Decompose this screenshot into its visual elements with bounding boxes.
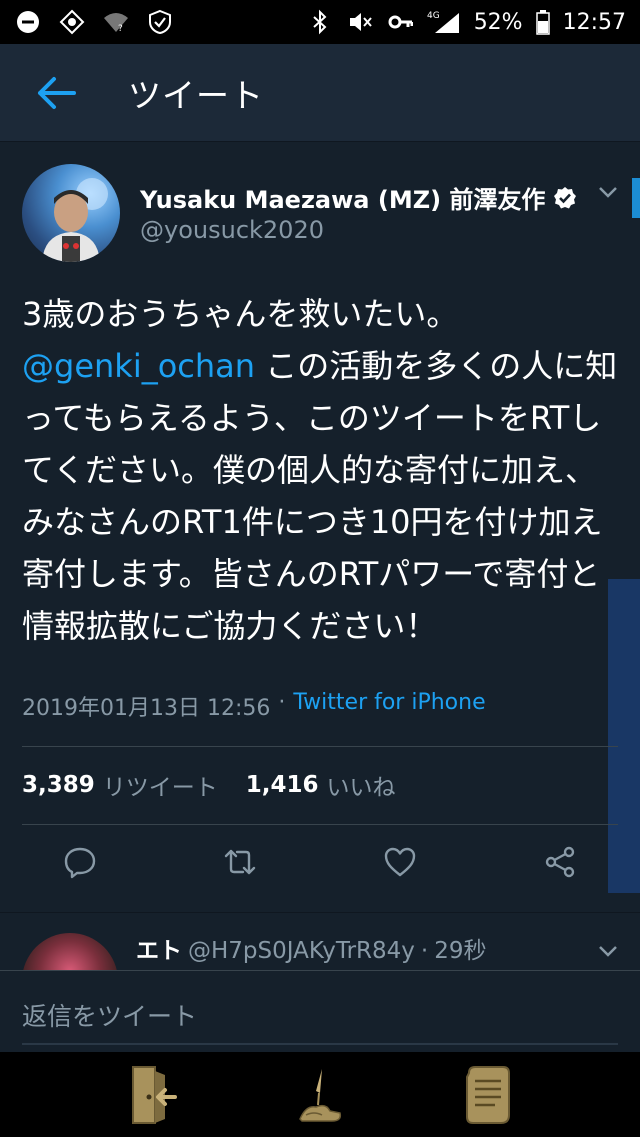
retweet-label[interactable]: リツイート (103, 768, 218, 802)
chevron-down-icon[interactable] (596, 180, 620, 204)
retweet-icon (224, 849, 256, 875)
reply-list-item[interactable]: エト @H7pS0JAKyTrR84y · 29秒 (0, 912, 640, 970)
wifi-unknown-icon: ? (102, 8, 130, 36)
app-header: ツイート (0, 44, 640, 142)
like-count[interactable]: 1,416 (246, 772, 319, 798)
meta-separator: · (278, 690, 286, 715)
reply-author-handle[interactable]: @H7pS0JAKyTrR84y (188, 938, 415, 964)
reply-author-name[interactable]: エト (136, 931, 182, 965)
nav-back-button[interactable] (123, 1060, 183, 1130)
vpn-key-icon (386, 8, 414, 36)
nav-home-button[interactable] (290, 1060, 350, 1130)
page-title: ツイート (128, 75, 264, 115)
divider (22, 746, 618, 747)
battery-icon (535, 8, 551, 36)
input-underline (22, 1043, 618, 1045)
nav-recents-button[interactable] (457, 1060, 517, 1130)
reply-separator: · (420, 938, 429, 964)
scroll-indicator (632, 178, 640, 218)
retweet-count[interactable]: 3,389 (22, 772, 95, 798)
reply-input[interactable]: 返信をツイート (22, 997, 197, 1033)
app-diamond-icon (58, 8, 86, 36)
action-bar (0, 842, 640, 892)
tweet-meta: 2019年01月13日 12:56 · Twitter for iPhone (22, 690, 486, 722)
do-not-disturb-icon (14, 8, 42, 36)
system-nav-bar (0, 1052, 640, 1137)
verified-badge-icon (554, 186, 577, 208)
bluetooth-icon (306, 8, 334, 36)
author-avatar[interactable] (22, 164, 120, 262)
mute-icon (346, 8, 374, 36)
signal-icon: 4G (426, 8, 462, 36)
quill-hand-icon (299, 1068, 342, 1122)
share-button[interactable] (540, 842, 580, 882)
door-exit-icon (132, 1065, 178, 1124)
author-name[interactable]: Yusaku Maezawa (MZ) 前澤友作 (140, 180, 545, 215)
back-button[interactable] (16, 44, 96, 142)
heart-icon (384, 847, 416, 877)
share-icon (545, 846, 575, 878)
like-button[interactable] (380, 842, 420, 882)
tweet-text-part2: この活動を多くの人に知ってもらえるよう、このツイートをRTしてください。僕の個人… (22, 347, 618, 645)
reply-time: 29秒 (434, 938, 487, 964)
clock: 12:57 (562, 9, 626, 35)
battery-percent: 52% (473, 9, 523, 35)
retweet-button[interactable] (220, 842, 260, 882)
chevron-down-icon[interactable] (596, 939, 620, 963)
divider (22, 824, 618, 825)
reply-icon (64, 847, 96, 879)
status-bar: ? 4G 52% 12:57 (0, 0, 640, 44)
tweet-detail: Yusaku Maezawa (MZ) 前澤友作 @yousuck2020 3歳… (0, 142, 640, 912)
reply-button[interactable] (60, 842, 100, 882)
back-arrow-icon (38, 76, 76, 109)
svg-text:4G: 4G (427, 11, 440, 21)
like-label[interactable]: いいね (327, 768, 396, 802)
reply-compose[interactable]: 返信をツイート (0, 970, 640, 1050)
tweet-source-link[interactable]: Twitter for iPhone (293, 690, 485, 722)
tweet-text-part1: 3歳のおうちゃんを救いたい。 (22, 295, 459, 333)
shield-check-icon (146, 8, 174, 36)
author-handle[interactable]: @yousuck2020 (140, 216, 324, 244)
mention-link[interactable]: @genki_ochan (22, 347, 255, 385)
tweet-timestamp: 2019年01月13日 12:56 (22, 696, 271, 721)
tweet-text: 3歳のおうちゃんを救いたい。 @genki_ochan この活動を多くの人に知って… (22, 288, 622, 652)
svg-text:?: ? (118, 24, 123, 34)
engagement-counts: 3,389 リツイート 1,416 いいね (22, 768, 416, 802)
scroll-paper-icon (465, 1065, 510, 1124)
reply-avatar[interactable] (22, 933, 118, 970)
